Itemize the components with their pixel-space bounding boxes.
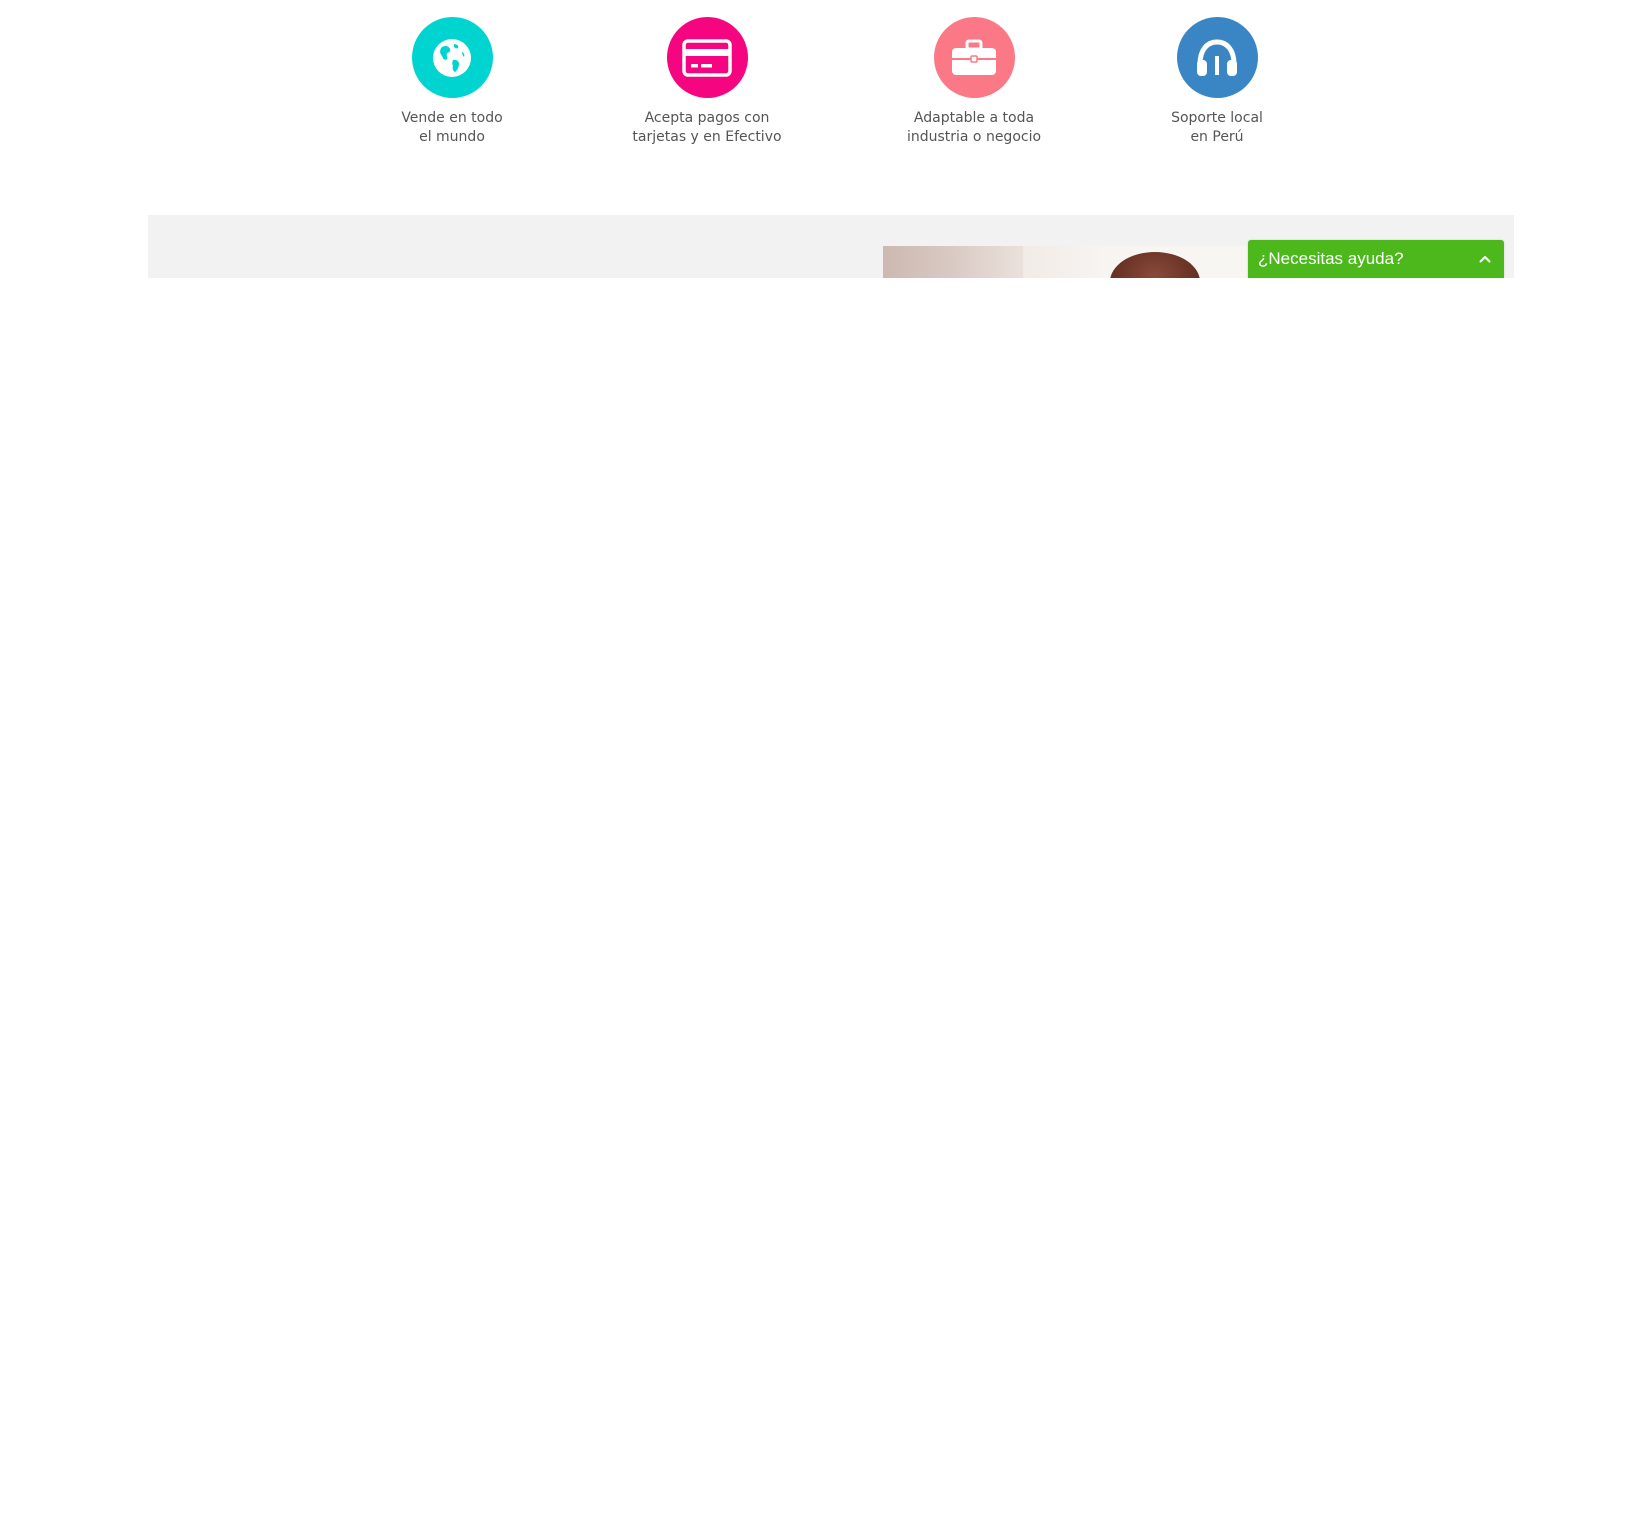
- chevron-up-icon[interactable]: [1478, 252, 1492, 266]
- feature-sell-worldwide: Vende en todo el mundo: [342, 17, 562, 147]
- features-row: Vende en todo el mundo Acepta pagos con …: [0, 0, 1650, 200]
- feature-caption: Acepta pagos con tarjetas y en Efectivo: [597, 109, 817, 147]
- feature-icon-circle: [933, 17, 1015, 98]
- feature-icon-circle: [666, 17, 748, 98]
- feature-caption-line2: industria o negocio: [906, 129, 1042, 145]
- feature-caption: Vende en todo el mundo: [342, 109, 562, 147]
- hero-photo: [883, 246, 1247, 278]
- help-chat-widget[interactable]: ¿Necesitas ayuda?: [1248, 240, 1504, 278]
- feature-icon-circle: [1176, 17, 1258, 98]
- globe-icon: [433, 38, 471, 77]
- headset-icon: [1197, 38, 1237, 76]
- feature-caption: Soporte local en Perú: [1107, 109, 1327, 147]
- feature-icon-circle: [411, 17, 493, 98]
- briefcase-icon: [952, 39, 996, 75]
- feature-caption-line2: en Perú: [1190, 129, 1244, 145]
- feature-accept-payments: Acepta pagos con tarjetas y en Efectivo: [597, 17, 817, 147]
- feature-caption-line2: tarjetas y en Efectivo: [632, 129, 782, 145]
- feature-caption-line2: el mundo: [419, 129, 485, 145]
- help-chat-label: ¿Necesitas ayuda?: [1258, 249, 1404, 268]
- feature-adaptable: Adaptable a toda industria o negocio: [864, 17, 1084, 147]
- credit-card-icon: [682, 38, 732, 77]
- feature-caption-line1: Adaptable a toda: [913, 110, 1035, 126]
- feature-caption: Adaptable a toda industria o negocio: [864, 109, 1084, 147]
- feature-caption-line1: Soporte local: [1171, 110, 1263, 126]
- feature-local-support: Soporte local en Perú: [1107, 17, 1327, 147]
- feature-caption-line1: Acepta pagos con: [644, 110, 770, 126]
- photo-person-hair: [1110, 252, 1200, 278]
- feature-caption-line1: Vende en todo: [401, 110, 503, 126]
- photo-shade: [883, 246, 1023, 278]
